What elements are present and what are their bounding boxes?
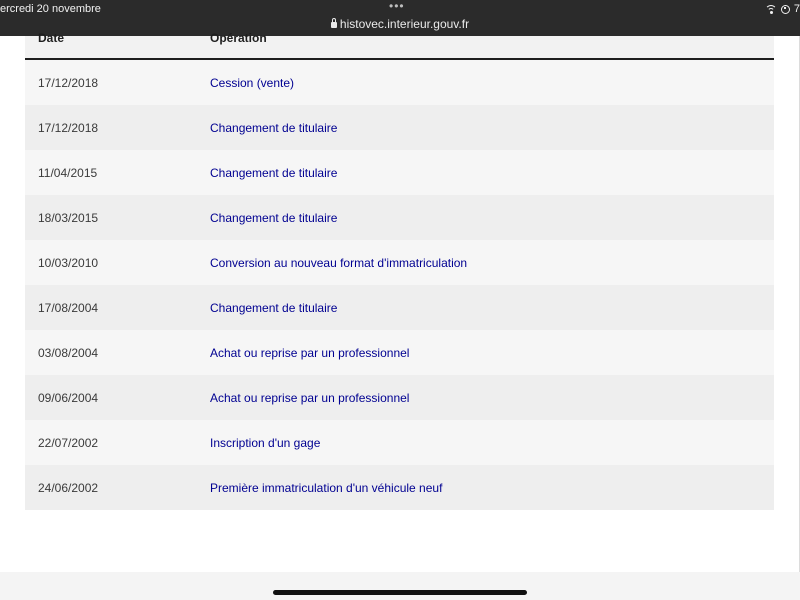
url-text: histovec.interieur.gouv.fr (339, 17, 470, 31)
table-body: 17/12/2018 Cession (vente) 17/12/2018 Chang… (25, 60, 774, 510)
status-bar: ercredi 20 novembre ••• histovec.interie… (0, 0, 800, 36)
status-icons: 7 (765, 3, 800, 15)
orientation-lock-icon (780, 4, 790, 14)
table-row: 17/12/2018 Cession (vente) (25, 60, 774, 105)
table-row: 09/06/2004 Achat ou reprise par un profes… (25, 375, 774, 420)
table-row: 22/07/2002 Inscription d'un gage (25, 420, 774, 465)
row-operation-link[interactable]: Changement de titulaire (210, 166, 337, 180)
row-date: 10/03/2010 (38, 256, 99, 270)
header-date: Date (38, 31, 65, 45)
bottom-bar (0, 572, 800, 600)
page-content[interactable]: Date Opération 17/12/2018 Cession (vente)… (0, 31, 800, 572)
row-date: 11/04/2015 (38, 166, 98, 180)
row-operation-link[interactable]: Changement de titulaire (210, 211, 337, 225)
address-bar[interactable]: histovec.interieur.gouv.fr (0, 17, 800, 31)
row-operation-link[interactable]: Achat ou reprise par un professionnel (210, 346, 409, 360)
row-operation-link[interactable]: Cession (vente) (210, 76, 294, 90)
table-header: Date Opération (25, 31, 774, 60)
more-dots-icon[interactable]: ••• (389, 0, 405, 13)
row-operation-link[interactable]: Première immatriculation d'un véhicule n… (210, 481, 442, 495)
row-date: 17/12/2018 (38, 121, 99, 135)
row-date: 03/08/2004 (38, 346, 99, 360)
row-date: 17/12/2018 (38, 76, 99, 90)
table-row: 24/06/2002 Première immatriculation d'un … (25, 465, 774, 510)
row-operation-link[interactable]: Changement de titulaire (210, 121, 337, 135)
home-indicator[interactable] (273, 590, 527, 595)
row-operation-link[interactable]: Inscription d'un gage (210, 436, 320, 450)
row-date: 17/08/2004 (38, 301, 99, 315)
wifi-icon (765, 4, 777, 14)
row-operation-link[interactable]: Achat ou reprise par un professionnel (210, 391, 409, 405)
row-date: 22/07/2002 (38, 436, 99, 450)
status-date: ercredi 20 novembre (0, 3, 101, 15)
row-operation-link[interactable]: Conversion au nouveau format d'immatricu… (210, 256, 467, 270)
table-row: 03/08/2004 Achat ou reprise par un profes… (25, 330, 774, 375)
lock-icon (330, 18, 337, 28)
table-row: 17/12/2018 Changement de titulaire (25, 105, 774, 150)
row-operation-link[interactable]: Changement de titulaire (210, 301, 337, 315)
table-row: 11/04/2015 Changement de titulaire (25, 150, 774, 195)
row-date: 09/06/2004 (38, 391, 99, 405)
table-row: 10/03/2010 Conversion au nouveau format d… (25, 240, 774, 285)
history-table: Date Opération 17/12/2018 Cession (vente)… (25, 31, 774, 510)
header-operation: Opération (210, 31, 267, 45)
row-date: 18/03/2015 (38, 211, 99, 225)
table-row: 17/08/2004 Changement de titulaire (25, 285, 774, 330)
battery-percentage: 7 (793, 3, 800, 15)
table-row: 18/03/2015 Changement de titulaire (25, 195, 774, 240)
row-date: 24/06/2002 (38, 481, 99, 495)
